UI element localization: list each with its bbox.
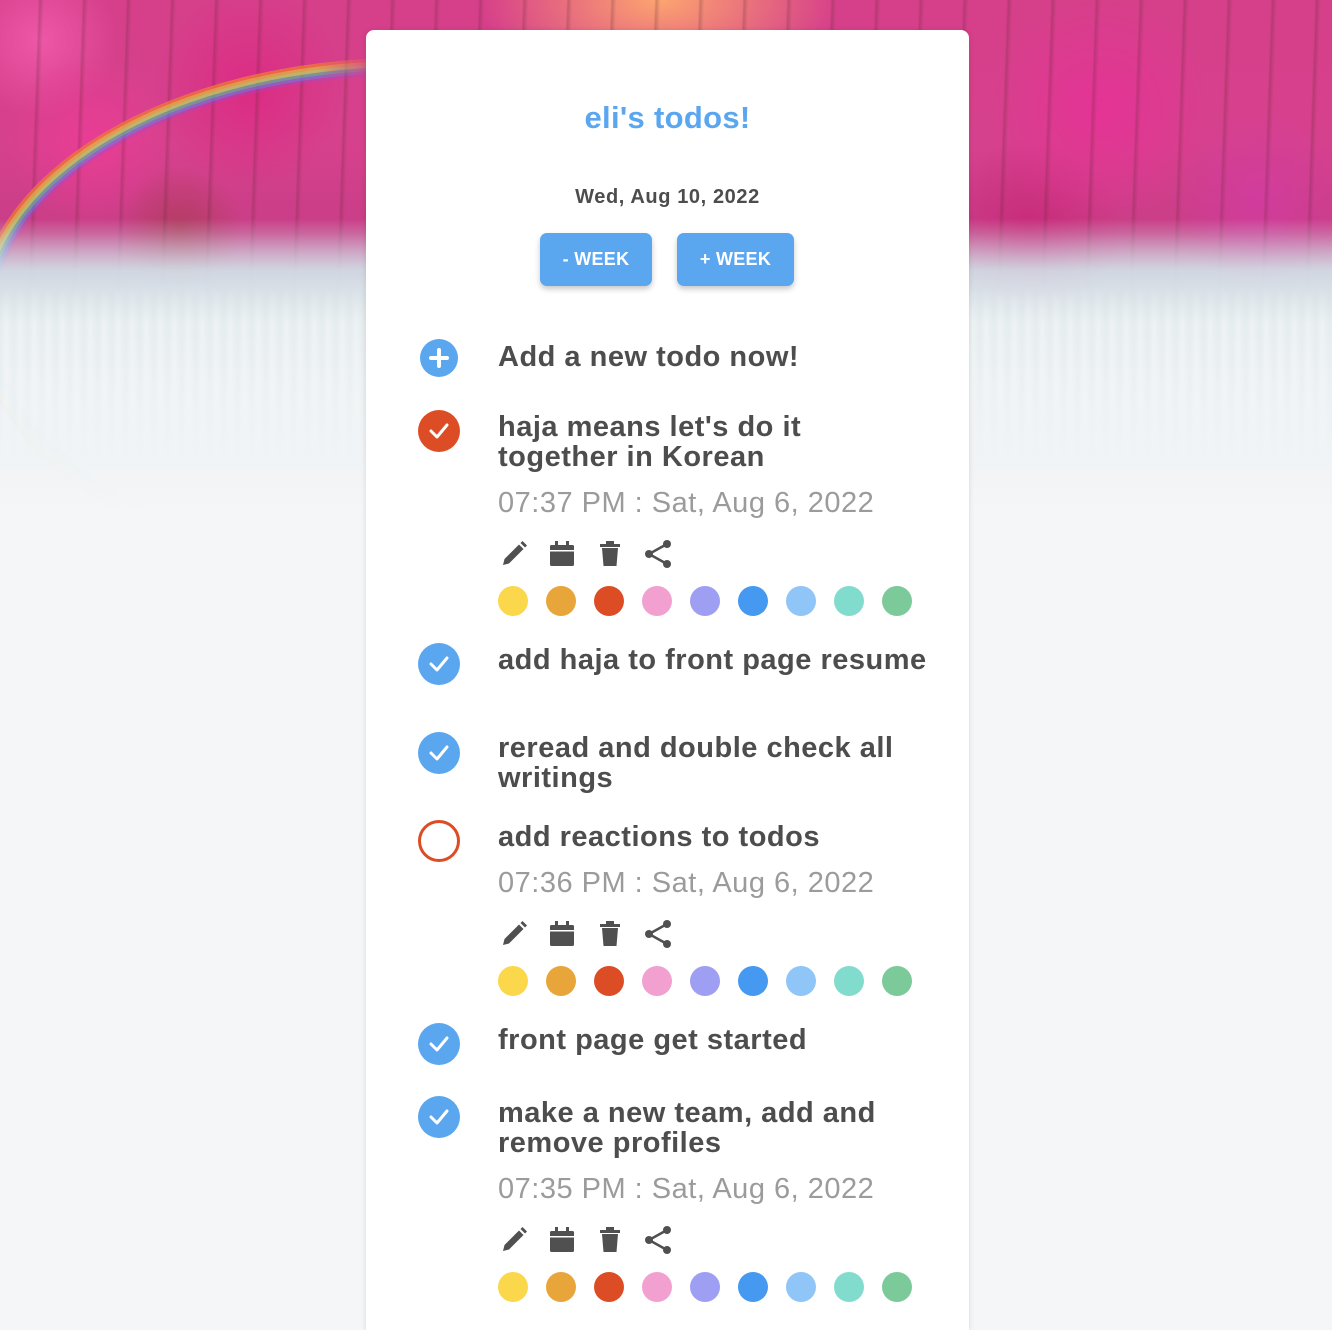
todo-card: eli's todos! Wed, Aug 10, 2022 - WEEK + … <box>366 30 969 1330</box>
pencil-icon[interactable] <box>498 1224 530 1256</box>
color-dot-teal[interactable] <box>834 966 864 996</box>
check-icon <box>429 656 449 672</box>
color-dot-yellow[interactable] <box>498 1272 528 1302</box>
color-dot-pink[interactable] <box>642 966 672 996</box>
color-dot-purple[interactable] <box>690 1272 720 1302</box>
color-dot-red[interactable] <box>594 966 624 996</box>
check-icon <box>429 1109 449 1125</box>
color-dot-yellow[interactable] <box>498 966 528 996</box>
todo-text[interactable]: add haja to front page resume <box>498 645 928 675</box>
color-dot-orange[interactable] <box>546 586 576 616</box>
share-icon[interactable] <box>642 918 674 950</box>
color-dot-light-blue[interactable] <box>786 1272 816 1302</box>
plus-circle-icon[interactable] <box>420 339 458 377</box>
todo-timestamp: 07:37 PM : Sat, Aug 6, 2022 <box>498 487 875 519</box>
todo-checkbox[interactable] <box>418 1023 460 1065</box>
color-dot-green[interactable] <box>882 966 912 996</box>
trash-icon[interactable] <box>594 918 626 950</box>
todo-checkbox[interactable] <box>418 410 460 452</box>
share-icon[interactable] <box>642 538 674 570</box>
current-date: Wed, Aug 10, 2022 <box>575 186 760 208</box>
prev-week-button[interactable]: - WEEK <box>540 233 652 286</box>
color-dot-purple[interactable] <box>690 586 720 616</box>
color-dot-green[interactable] <box>882 1272 912 1302</box>
trash-icon[interactable] <box>594 1224 626 1256</box>
todo-checkbox[interactable] <box>418 1096 460 1138</box>
color-dot-teal[interactable] <box>834 586 864 616</box>
check-icon <box>429 1036 449 1052</box>
calendar-icon[interactable] <box>546 1224 578 1256</box>
todo-timestamp: 07:35 PM : Sat, Aug 6, 2022 <box>498 1173 875 1205</box>
todo-text[interactable]: reread and double check all writings <box>498 733 928 793</box>
check-icon <box>429 745 449 761</box>
pencil-icon[interactable] <box>498 538 530 570</box>
color-dot-blue[interactable] <box>738 966 768 996</box>
color-dot-orange[interactable] <box>546 966 576 996</box>
todo-text[interactable]: make a new team, add and remove profiles <box>498 1098 928 1158</box>
color-dot-light-blue[interactable] <box>786 966 816 996</box>
share-icon[interactable] <box>642 1224 674 1256</box>
todo-checkbox[interactable] <box>418 643 460 685</box>
color-dot-purple[interactable] <box>690 966 720 996</box>
next-week-button[interactable]: + WEEK <box>677 233 794 286</box>
color-dot-pink[interactable] <box>642 1272 672 1302</box>
todo-timestamp: 07:36 PM : Sat, Aug 6, 2022 <box>498 867 875 899</box>
todo-checkbox[interactable] <box>418 732 460 774</box>
color-dot-orange[interactable] <box>546 1272 576 1302</box>
color-dot-red[interactable] <box>594 1272 624 1302</box>
color-dot-blue[interactable] <box>738 586 768 616</box>
color-dot-blue[interactable] <box>738 1272 768 1302</box>
todo-text[interactable]: haja means let's do it together in Korea… <box>498 412 928 472</box>
page-title: eli's todos! <box>584 100 751 135</box>
add-todo-button[interactable]: Add a new todo now! <box>498 341 799 374</box>
color-dot-pink[interactable] <box>642 586 672 616</box>
calendar-icon[interactable] <box>546 538 578 570</box>
trash-icon[interactable] <box>594 538 626 570</box>
color-dot-teal[interactable] <box>834 1272 864 1302</box>
color-dot-red[interactable] <box>594 586 624 616</box>
color-dot-light-blue[interactable] <box>786 586 816 616</box>
calendar-icon[interactable] <box>546 918 578 950</box>
todo-checkbox[interactable] <box>418 820 460 862</box>
todo-text[interactable]: front page get started <box>498 1025 928 1055</box>
pencil-icon[interactable] <box>498 918 530 950</box>
todo-text[interactable]: add reactions to todos <box>498 822 928 852</box>
color-dot-green[interactable] <box>882 586 912 616</box>
check-icon <box>429 423 449 439</box>
color-dot-yellow[interactable] <box>498 586 528 616</box>
